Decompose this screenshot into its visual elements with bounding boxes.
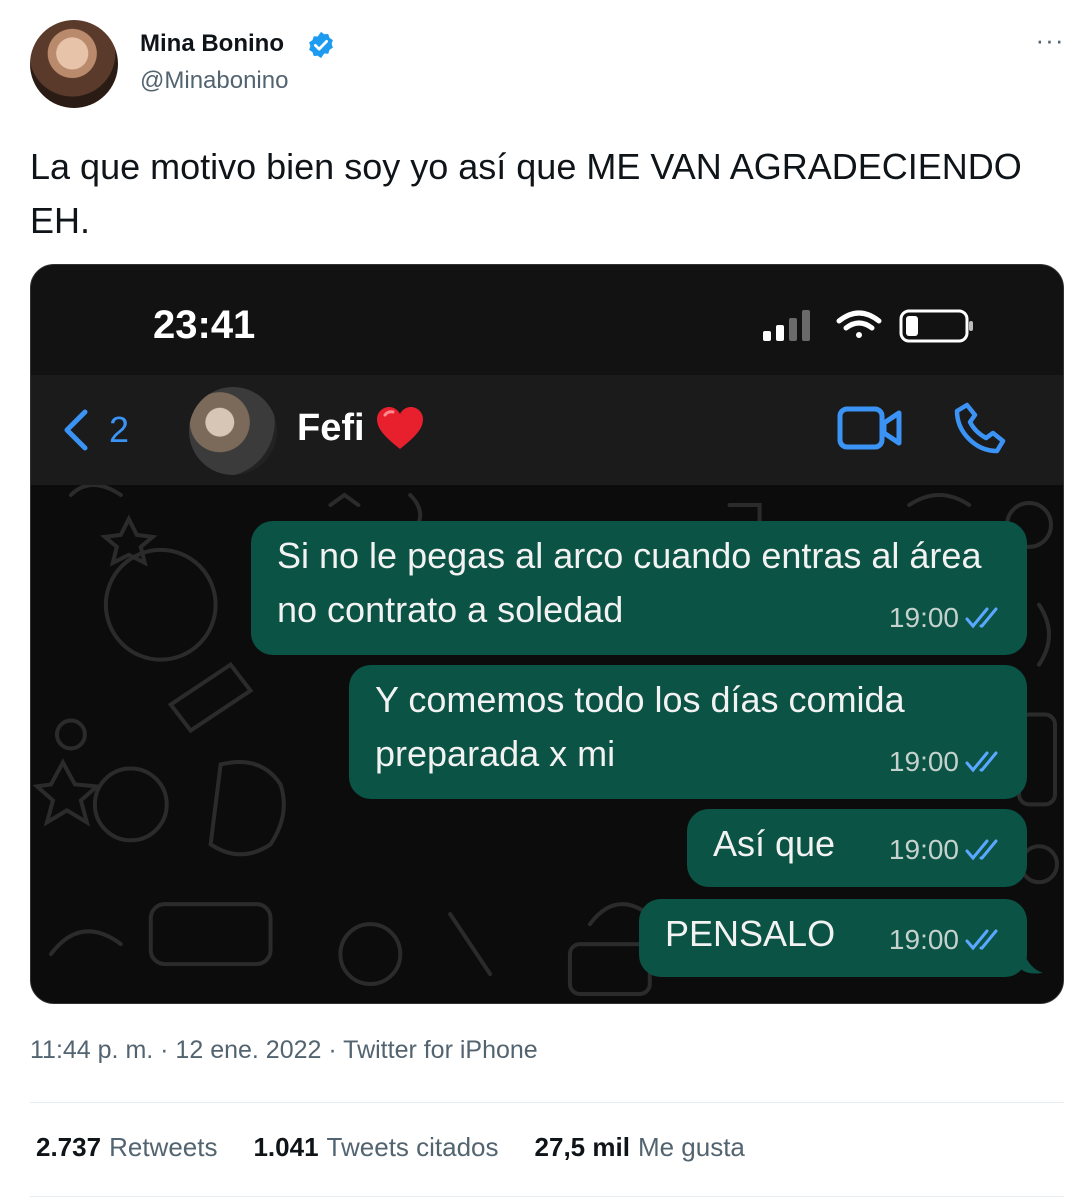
tweet-media-image[interactable]: 23:41 2 Fefi Si no le pegas al arco cuan… [30, 264, 1064, 1004]
contact-name[interactable]: Fefi [297, 407, 365, 450]
stat-value: 1.041 [253, 1132, 319, 1162]
stat-label: Tweets citados [326, 1132, 499, 1162]
back-button[interactable]: 2 [61, 405, 151, 455]
tweet-text: La que motivo bien soy yo así que ME VAN… [30, 146, 1022, 241]
more-options-button[interactable]: ··· [1030, 27, 1070, 60]
quote-tweets-stat[interactable]: 1.041 Tweets citados [253, 1132, 498, 1163]
message-time: 19:00 [888, 602, 959, 633]
more-horizontal-icon: ··· [1035, 25, 1065, 55]
tweet-stats: 2.737 Retweets 1.041 Tweets citados 27,5 m… [36, 1132, 745, 1163]
double-check-icon [965, 751, 998, 773]
message-bubble[interactable]: Y comemos todo los días comida preparada… [349, 665, 1027, 799]
status-bar-icons [763, 309, 973, 343]
double-check-icon [965, 929, 998, 951]
message-meta: 19:00 [889, 735, 1005, 789]
message-time: 19:00 [888, 924, 959, 955]
stat-value: 2.737 [36, 1132, 102, 1162]
message-time: 19:00 [888, 746, 959, 777]
message-meta: 19:00 [889, 823, 1005, 877]
author-avatar[interactable] [30, 20, 118, 108]
message-meta: 19:00 [889, 913, 1005, 967]
stat-value: 27,5 mil [534, 1132, 630, 1162]
tweet-header: Mina Bonino @Minabonino ··· [30, 20, 1070, 110]
bubble-tail [1021, 941, 1043, 974]
message-time: 19:00 [888, 834, 959, 865]
author-name[interactable]: Mina Bonino [140, 30, 284, 58]
verified-badge-icon [309, 31, 333, 59]
message-bubble[interactable]: Así que 19:00 [687, 809, 1027, 887]
tweet-timestamp-source[interactable]: 11:44 p. m. · 12 ene. 2022 · Twitter for… [30, 1036, 538, 1065]
heart-icon [377, 407, 423, 449]
wifi-icon [836, 310, 882, 338]
double-check-icon [965, 839, 998, 861]
double-check-icon [965, 607, 998, 629]
stat-label: Retweets [109, 1132, 218, 1162]
contact-avatar[interactable] [189, 387, 277, 475]
likes-stat[interactable]: 27,5 mil Me gusta [535, 1132, 745, 1163]
stat-label: Me gusta [637, 1132, 745, 1162]
divider [30, 1196, 1064, 1197]
chat-area: Si no le pegas al arco cuando entras al … [31, 485, 1063, 1003]
chevron-left-icon [64, 409, 88, 451]
battery-icon [899, 309, 973, 343]
message-bubble[interactable]: PENSALO 19:00 [639, 899, 1027, 977]
message-bubble[interactable]: Si no le pegas al arco cuando entras al … [251, 521, 1027, 655]
chat-header: 2 Fefi [31, 375, 1063, 485]
divider [30, 1102, 1064, 1103]
status-bar-time: 23:41 [153, 303, 256, 347]
signal-icon [763, 310, 810, 341]
retweets-stat[interactable]: 2.737 Retweets [36, 1132, 217, 1163]
unread-count: 2 [109, 409, 130, 450]
phone-icon[interactable] [953, 401, 1007, 455]
author-handle[interactable]: @Minabonino [140, 67, 288, 95]
video-call-icon[interactable] [837, 403, 903, 453]
message-meta: 19:00 [889, 591, 1005, 645]
